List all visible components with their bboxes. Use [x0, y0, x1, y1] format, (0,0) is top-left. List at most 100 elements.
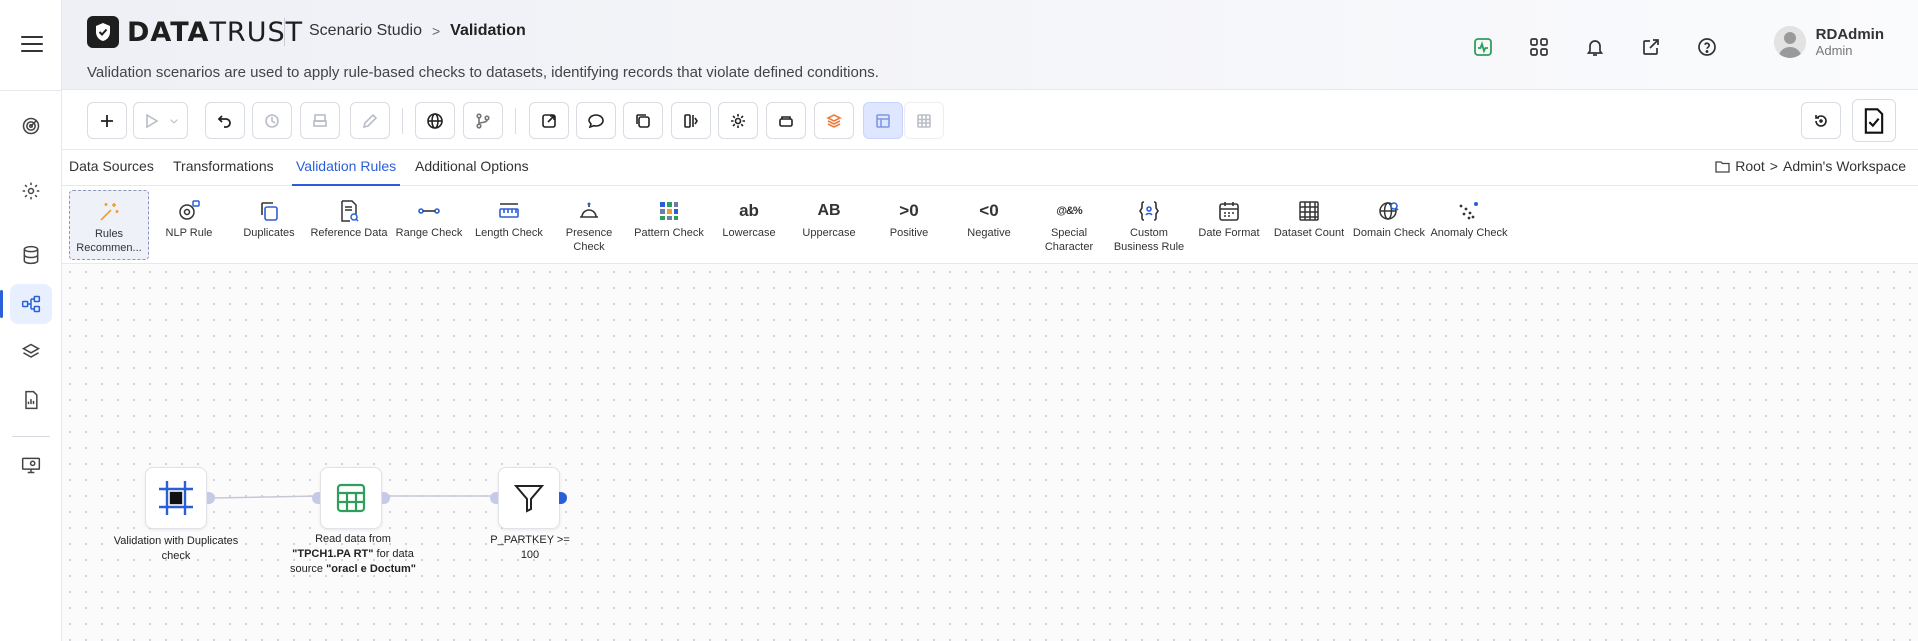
palette-item-label: Special Character	[1044, 227, 1094, 253]
palette-item-label: Pattern Check	[634, 227, 704, 239]
palette-item-label: Negative	[967, 227, 1011, 239]
help-icon[interactable]	[1692, 32, 1722, 62]
compare-button[interactable]	[671, 102, 711, 139]
node-label: P_PARTKEY >= 100	[490, 534, 570, 561]
palette-item-reference-data[interactable]: Reference Data	[309, 190, 389, 260]
palette-item-duplicates[interactable]: Duplicates	[229, 190, 309, 260]
config-button[interactable]	[718, 102, 758, 139]
layers-stack-button[interactable]	[814, 102, 854, 139]
palette-item-domain-check[interactable]: Domain Check	[1349, 190, 1429, 260]
node-validation-duplicates[interactable]	[145, 467, 207, 529]
palette-item-nlp-rule[interactable]: NLP Rule	[149, 190, 229, 260]
comment-button[interactable]	[576, 102, 616, 139]
user-role: Admin	[1815, 43, 1853, 58]
connector-lines	[211, 492, 503, 500]
tab-validation-rules[interactable]: Validation Rules	[292, 150, 401, 186]
package-button[interactable]	[766, 102, 806, 139]
palette-item-label: Presence Check	[565, 227, 613, 253]
palette-item-custom-business-rule[interactable]: Custom Business Rule	[1109, 190, 1189, 260]
palette-item-negative[interactable]: <0 Negative	[949, 190, 1029, 260]
workspace-breadcrumb[interactable]: Root > Admin's Workspace	[1715, 158, 1906, 174]
export-button[interactable]	[529, 102, 569, 139]
tab-data-sources[interactable]: Data Sources	[69, 150, 154, 186]
palette-item-range-check[interactable]: Range Check	[389, 190, 469, 260]
apps-grid-icon[interactable]	[1524, 32, 1554, 62]
folder-icon	[1715, 160, 1730, 173]
palette-item-dataset-count[interactable]: Dataset Count	[1269, 190, 1349, 260]
validation-rule-palette: Rules Recommen... NLP Rule Duplicates Re…	[62, 186, 1918, 264]
workflow-canvas[interactable]: Validation with Duplicates check Read da…	[62, 264, 1918, 641]
palette-item-presence-check[interactable]: Presence Check	[549, 190, 629, 260]
target-icon[interactable]	[10, 106, 52, 146]
palette-item-special-character[interactable]: @&% Special Character	[1029, 190, 1109, 260]
settings-icon[interactable]	[10, 171, 52, 211]
palette-item-date-format[interactable]: Date Format	[1189, 190, 1269, 260]
filter-icon	[513, 485, 545, 513]
validate-document-button[interactable]	[1852, 99, 1896, 142]
avatar	[1773, 26, 1806, 58]
datatrust-logo[interactable]: DATATRUST	[87, 16, 303, 48]
globe-button[interactable]	[415, 102, 455, 139]
node-read-data[interactable]	[320, 467, 382, 529]
palette-item-pattern-check[interactable]: Pattern Check	[629, 190, 709, 260]
print-button[interactable]	[300, 102, 340, 139]
palette-item-label: Positive	[889, 227, 929, 239]
tab-transformations[interactable]: Transformations	[173, 150, 274, 186]
calendar-icon	[1217, 198, 1241, 224]
edit-button[interactable]	[350, 102, 390, 139]
range-icon	[417, 198, 441, 224]
palette-item-positive[interactable]: >0 Positive	[869, 190, 949, 260]
palette-item-lowercase[interactable]: ab Lowercase	[709, 190, 789, 260]
copy-icon	[257, 198, 281, 224]
page-title: Validation	[450, 22, 526, 39]
version-history-button[interactable]	[1801, 102, 1841, 139]
add-button[interactable]	[87, 102, 127, 139]
document-search-icon	[337, 198, 361, 224]
history-button[interactable]	[252, 102, 292, 139]
input-port[interactable]	[312, 492, 320, 504]
palette-item-rules-recommendation[interactable]: Rules Recommen...	[69, 190, 149, 260]
duplicate-button[interactable]	[623, 102, 663, 139]
activity-icon[interactable]	[1468, 32, 1498, 62]
palette-item-label: Dataset Count	[1273, 227, 1345, 239]
palette-item-uppercase[interactable]: AB Uppercase	[789, 190, 869, 260]
gt-zero-icon: >0	[899, 201, 919, 220]
workspace-current: Admin's Workspace	[1782, 158, 1906, 174]
toolbar	[62, 90, 1918, 150]
database-icon[interactable]	[10, 235, 52, 275]
palette-item-label: Reference Data	[310, 227, 388, 239]
palette-item-anomaly-check[interactable]: Anomaly Check	[1429, 190, 1509, 260]
palette-item-length-check[interactable]: Length Check	[469, 190, 549, 260]
external-link-icon[interactable]	[1636, 32, 1666, 62]
user-menu[interactable]: RDAdmin Admin	[1773, 26, 1884, 58]
table-count-icon	[1297, 198, 1321, 224]
notification-bell-icon[interactable]	[1580, 32, 1610, 62]
report-icon[interactable]	[10, 380, 52, 420]
node-filter[interactable]	[498, 467, 560, 529]
palette-item-label: Lowercase	[722, 227, 776, 239]
menu-icon[interactable]	[21, 36, 43, 56]
ab-lower-icon: ab	[739, 201, 759, 220]
monitor-settings-icon[interactable]	[10, 445, 52, 485]
ab-upper-icon: AB	[817, 202, 841, 219]
breadcrumb: Scenario Studio > Validation	[309, 22, 526, 40]
layout-view-button[interactable]	[863, 102, 903, 139]
workspace-separator: >	[1769, 158, 1778, 174]
palette-item-label: Anomaly Check	[1430, 227, 1508, 239]
tab-additional-options[interactable]: Additional Options	[415, 150, 529, 186]
workflow-icon[interactable]	[0, 284, 52, 324]
header-actions	[1468, 32, 1722, 62]
run-button[interactable]	[133, 102, 188, 139]
layers-icon[interactable]	[10, 332, 52, 372]
anomaly-dots-icon	[1457, 198, 1481, 224]
undo-button[interactable]	[205, 102, 245, 139]
braces-icon	[1137, 198, 1161, 224]
table-view-button[interactable]	[904, 102, 944, 139]
page-description: Validation scenarios are used to apply r…	[87, 64, 879, 81]
palette-item-label: Range Check	[395, 227, 463, 239]
branch-button[interactable]	[463, 102, 503, 139]
logo-text-light: TRUST	[209, 16, 304, 48]
input-port[interactable]	[490, 492, 498, 504]
node-label: Read data from "TPCH1.PA RT" for data so…	[290, 533, 416, 575]
breadcrumb-parent[interactable]: Scenario Studio	[309, 22, 422, 40]
